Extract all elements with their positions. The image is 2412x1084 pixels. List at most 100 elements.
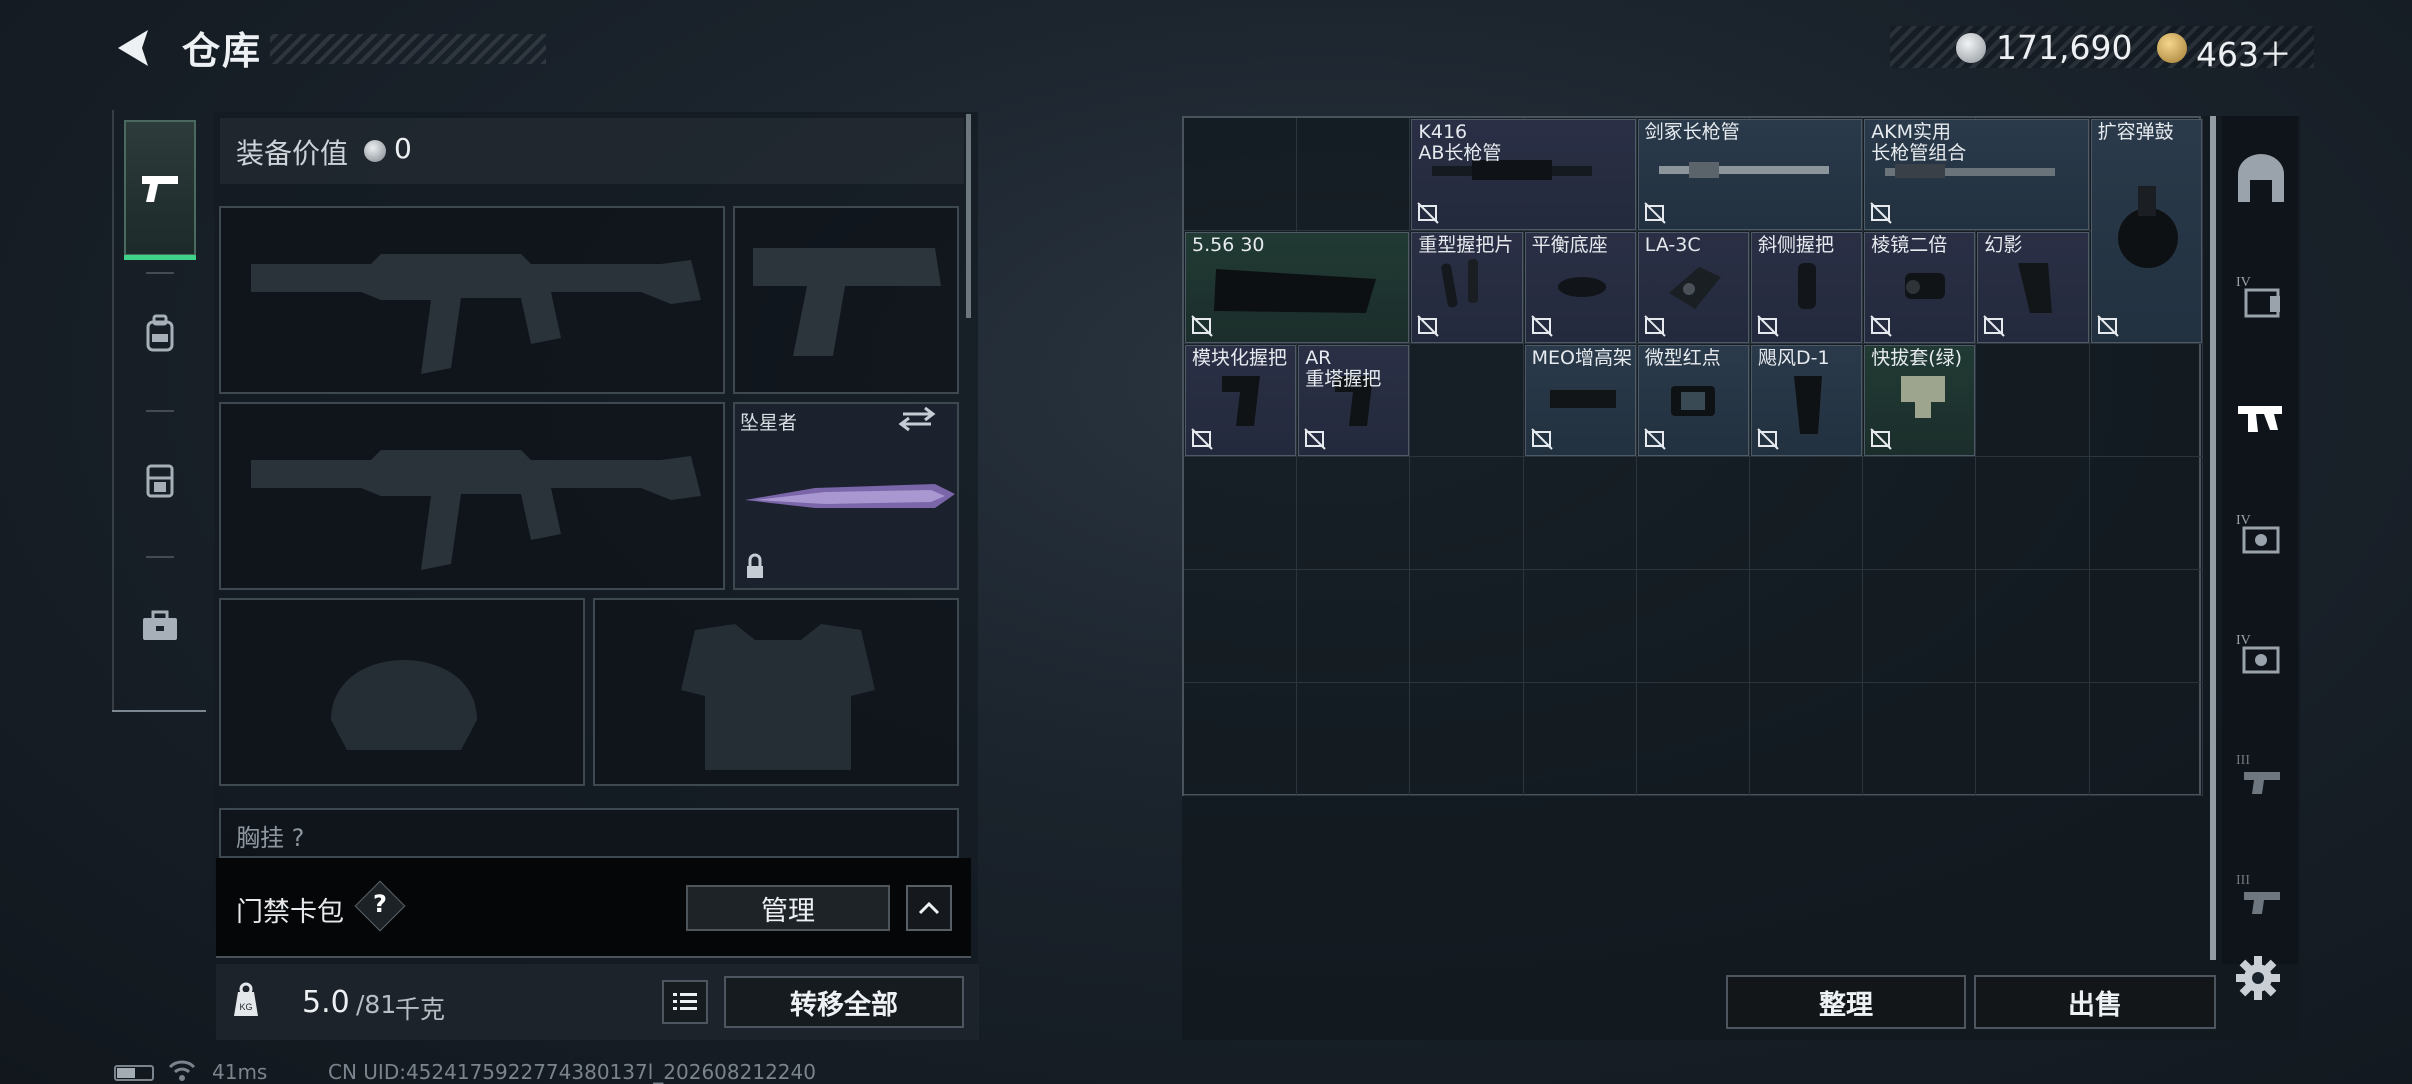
grid-cell[interactable] [1523,683,1637,796]
grid-cell[interactable] [1297,457,1411,570]
grid-cell[interactable] [1636,570,1750,683]
tab-iii-gun[interactable]: III [2232,746,2290,804]
storage-item[interactable]: 快拔套(绿) [1864,345,1976,456]
equipment-scrollbar[interactable] [966,114,971,318]
grid-cell[interactable] [1297,683,1411,796]
primary-weapon-slot[interactable] [219,206,725,394]
storage-item[interactable]: 5.56 30 [1185,232,1410,343]
silver-currency-value: 171,690 [1996,28,2133,67]
transfer-all-button[interactable]: 转移全部 [724,976,964,1028]
storage-grid[interactable]: K416 AB长枪管 剑冢长枪管 AKM实用 长枪管组合 扩容弹鼓 5.56 30 重型握… [1182,116,2203,796]
grid-cell[interactable] [2089,683,2203,796]
grid-cell[interactable] [1863,570,1977,683]
storage-item[interactable]: AR 重塔握把 [1298,345,1410,456]
tab-home[interactable] [2232,150,2290,208]
secondary-weapon-slot[interactable] [219,402,725,590]
pistol-silhouette-icon [753,248,941,356]
helmet-silhouette-icon [331,660,477,750]
tab-iv-camera-2[interactable]: IV [2232,626,2290,684]
grid-cell[interactable] [1750,570,1864,683]
tab-weapons[interactable] [124,120,196,260]
grid-cell[interactable] [1750,457,1864,570]
gear-icon[interactable] [2232,952,2284,1004]
collapse-button[interactable] [906,885,952,931]
item-name: 斜侧握把 [1758,234,1835,256]
svg-text:KG: KG [239,1002,252,1012]
tab-toolbox[interactable] [124,558,196,694]
item-name: 平衡底座 [1531,234,1608,256]
tab-iv-bag[interactable]: IV [2232,268,2290,326]
storage-item[interactable]: AKM实用 长枪管组合 [1864,119,2089,230]
iii-gun-icon-2: III [2236,873,2280,914]
storage-item[interactable]: 重型握把片 [1411,232,1523,343]
tab-rifle[interactable] [2232,388,2290,446]
grid-cell[interactable] [1636,683,1750,796]
storage-item[interactable]: 幻影 [1977,232,2089,343]
armor-slot[interactable] [593,598,959,786]
swap-icon [898,406,936,432]
tab-iv-camera[interactable]: IV [2232,506,2290,564]
grid-cell[interactable] [1297,570,1411,683]
storage-item[interactable]: 剑冢长枪管 [1637,119,1863,230]
grid-cell[interactable] [1863,683,1977,796]
grid-cell[interactable] [1410,570,1524,683]
storage-scrollbar[interactable] [2210,116,2216,960]
network-ping: 41ms [212,1060,268,1084]
title-stripe [270,34,546,64]
item-name: AR 重塔握把 [1305,347,1382,390]
grid-cell[interactable] [1863,457,1977,570]
storage-item[interactable]: 斜侧握把 [1751,232,1863,343]
grid-cell[interactable] [1297,118,1411,231]
item-name: 5.56 30 [1192,234,1265,256]
tab-iii-gun-2[interactable]: III [2232,866,2290,924]
toolbox-icon [143,610,177,640]
storage-item[interactable]: K416 AB长枪管 [1411,119,1636,230]
storage-item[interactable]: 棱镜二倍 [1864,232,1976,343]
grid-cell[interactable] [2089,344,2203,457]
grid-cell[interactable] [2089,457,2203,570]
grid-cell[interactable] [1410,683,1524,796]
grid-cell[interactable] [1184,457,1298,570]
helmet-slot[interactable] [219,598,585,786]
tab-backpack[interactable] [124,266,196,402]
storage-item[interactable]: 平衡底座 [1524,232,1636,343]
grid-cell[interactable] [1184,570,1298,683]
list-view-button[interactable] [662,980,708,1024]
no-trade-icon [1417,202,1440,224]
grid-cell[interactable] [1410,344,1524,457]
grid-cell[interactable] [1410,457,1524,570]
grid-cell[interactable] [1523,570,1637,683]
grid-cell[interactable] [1523,457,1637,570]
svg-text:IV: IV [2236,513,2251,528]
sort-button[interactable]: 整理 [1726,975,1966,1029]
storage-item[interactable]: 微型红点 [1637,345,1749,456]
rifle-silhouette-icon [251,450,701,570]
tab-chest-rig[interactable] [124,412,196,548]
svg-text:III: III [2236,873,2250,888]
storage-item[interactable]: LA-3C [1637,232,1749,343]
gold-currency-value[interactable]: 463＋ [2196,28,2292,76]
grid-cell[interactable] [2089,570,2203,683]
storage-item[interactable]: 飓风D-1 [1751,345,1863,456]
iv-camera-icon: IV [2236,513,2280,554]
grid-cell[interactable] [1184,118,1298,231]
grid-cell[interactable] [1976,457,2090,570]
sell-button[interactable]: 出售 [1974,975,2216,1029]
storage-item[interactable]: MEO增高架 [1524,345,1636,456]
chest-rig-slot[interactable] [219,808,959,858]
storage-item[interactable]: 模块化握把 [1185,345,1297,456]
pistol-slot[interactable] [733,206,959,394]
grid-cell[interactable] [1636,457,1750,570]
back-arrow-icon[interactable] [112,26,156,70]
storage-item[interactable]: 扩容弹鼓 [2090,119,2202,343]
grid-cell[interactable] [1750,683,1864,796]
no-trade-icon [1304,428,1326,450]
grid-cell[interactable] [1976,683,2090,796]
grid-cell[interactable] [1184,683,1298,796]
weight-unit: 千克 [395,995,446,1024]
home-icon [2238,154,2284,202]
manage-button[interactable]: 管理 [686,885,890,931]
grid-cell[interactable] [1976,344,2090,457]
svg-text:III: III [2236,753,2250,768]
grid-cell[interactable] [1976,570,2090,683]
